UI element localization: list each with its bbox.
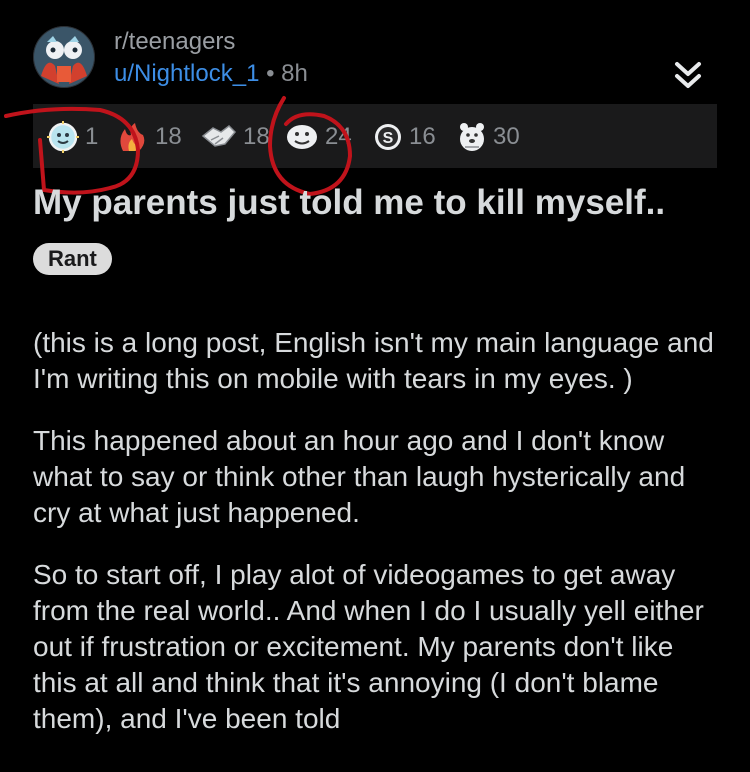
award-item[interactable]: 24	[285, 120, 352, 154]
author-username[interactable]: u/Nightlock_1	[114, 60, 259, 87]
award-count: 16	[409, 123, 436, 150]
award-count: 18	[155, 123, 182, 150]
post-header: r/teenagers u/Nightlock_1 • 8h	[33, 22, 723, 92]
double-chevron-down-icon	[675, 62, 701, 88]
collapse-button[interactable]	[671, 58, 705, 92]
handshake-award-icon	[201, 125, 237, 147]
award-count: 1	[85, 123, 99, 150]
flame-award-icon	[120, 123, 145, 151]
avatar-illustration	[33, 26, 95, 88]
s-coin-award-icon: S	[375, 124, 401, 150]
award-item[interactable]: S 16	[373, 120, 436, 154]
bear-award-icon	[460, 123, 484, 151]
award-count: 18	[243, 123, 270, 150]
award-count: 24	[325, 123, 352, 150]
subreddit-name[interactable]: r/teenagers	[114, 28, 235, 56]
award-item[interactable]: 1	[47, 120, 98, 154]
award-item[interactable]: 18	[115, 120, 182, 154]
face-award-icon	[287, 125, 317, 149]
post-body: (this is a long post, English isn't my m…	[33, 325, 723, 763]
post-paragraph: This happened about an hour ago and I do…	[33, 425, 686, 528]
svg-text:S: S	[383, 130, 394, 147]
meta-separator: •	[266, 60, 275, 87]
award-item[interactable]: 30	[457, 120, 520, 154]
post-title: My parents just told me to kill myself..	[33, 183, 666, 222]
post-flair[interactable]: Rant	[33, 243, 112, 275]
post-paragraph: (this is a long post, English isn't my m…	[33, 327, 714, 394]
awards-bar[interactable]: 1 18 18 24 S 16 30	[33, 104, 717, 168]
post-meta: u/Nightlock_1 • 8h	[114, 60, 308, 88]
post-paragraph: So to start off, I play alot of videogam…	[33, 559, 704, 734]
award-count: 30	[493, 123, 520, 150]
subreddit-avatar[interactable]	[33, 26, 95, 88]
sun-face-award-icon	[47, 121, 79, 153]
post-time: 8h	[281, 60, 308, 87]
award-item[interactable]: 18	[201, 120, 270, 154]
